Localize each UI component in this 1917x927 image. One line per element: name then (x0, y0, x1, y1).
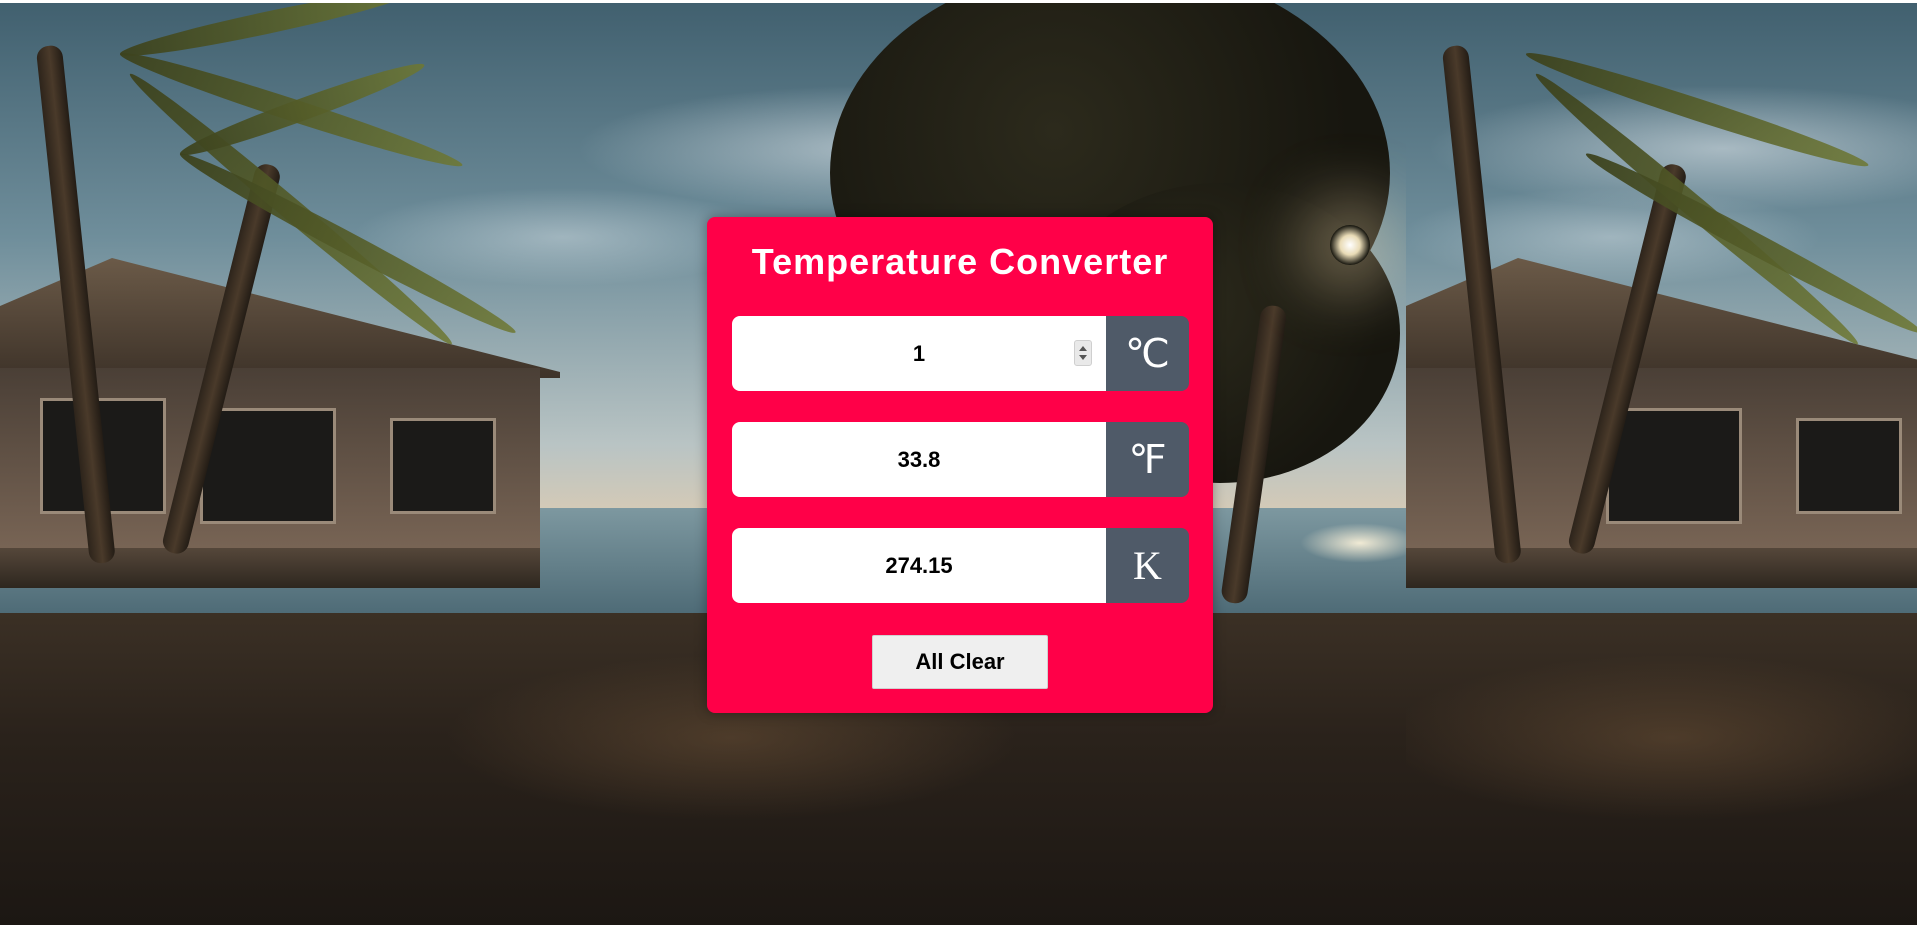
background-panel-repeat (1406, 3, 1917, 925)
kelvin-field-container (732, 528, 1106, 603)
spinner-up-icon[interactable] (1079, 346, 1087, 351)
converter-title: Temperature Converter (751, 241, 1169, 282)
fahrenheit-row: ℉ (732, 422, 1189, 497)
spinner-down-icon[interactable] (1079, 355, 1087, 360)
kelvin-unit-label: K (1106, 528, 1189, 603)
fahrenheit-unit-label: ℉ (1106, 422, 1189, 497)
kelvin-row: K (732, 528, 1189, 603)
sun-glare (1330, 225, 1370, 265)
celsius-row: ℃ (732, 316, 1189, 391)
celsius-unit-label: ℃ (1106, 316, 1189, 391)
fahrenheit-input[interactable] (732, 422, 1106, 497)
fahrenheit-field-container (732, 422, 1106, 497)
celsius-input[interactable] (732, 316, 1106, 391)
kelvin-input[interactable] (732, 528, 1106, 603)
all-clear-button[interactable]: All Clear (872, 635, 1048, 689)
spinner-arrows-icon[interactable] (1074, 340, 1092, 366)
converter-card: Temperature Converter ℃ ℉ K All Cle (707, 217, 1213, 713)
page: Temperature Converter ℃ ℉ K All Cle (0, 0, 1917, 927)
celsius-field-container (732, 316, 1106, 391)
